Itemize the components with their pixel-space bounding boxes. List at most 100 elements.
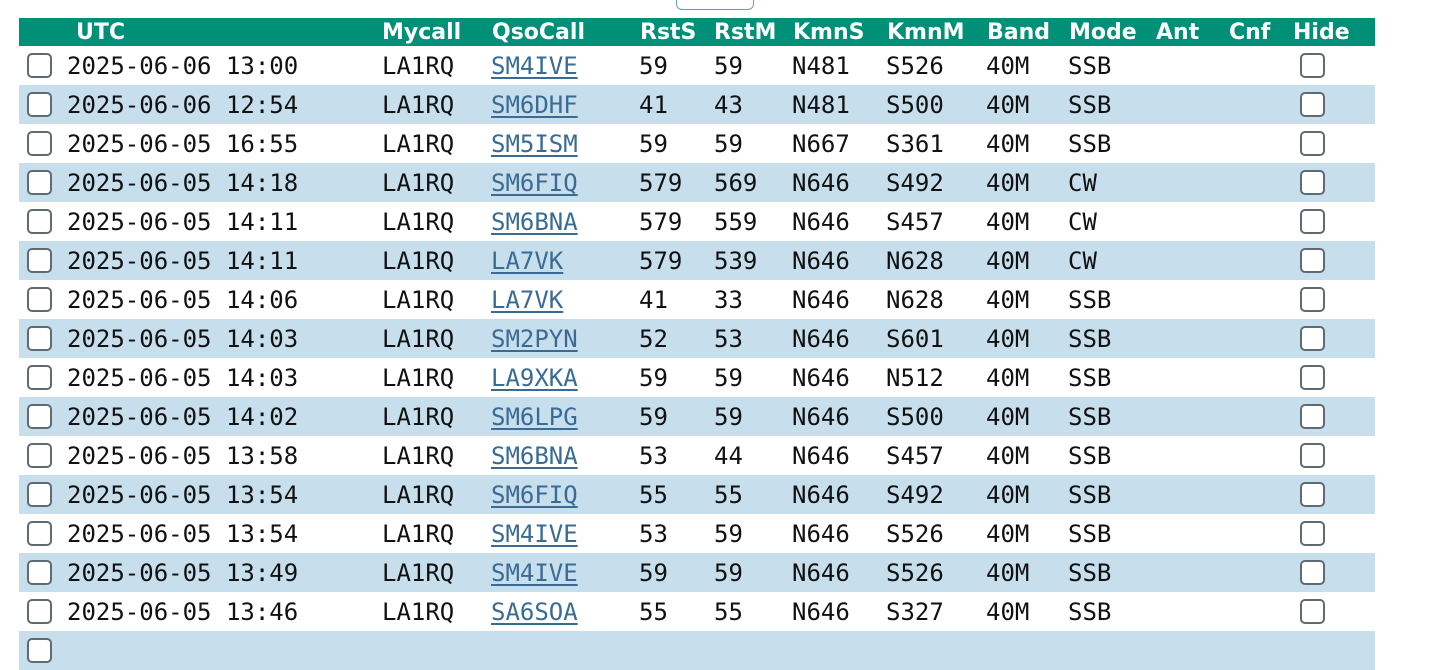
cell-kmnm: S492 bbox=[886, 481, 944, 509]
cell-utc: 2025-06-05 14:03 bbox=[67, 364, 299, 392]
cell-kmnm: S526 bbox=[886, 52, 944, 80]
row-select-checkbox[interactable] bbox=[27, 521, 52, 546]
qsocall-link[interactable]: LA7VK bbox=[491, 241, 563, 280]
hide-checkbox[interactable] bbox=[1300, 53, 1325, 78]
cell-rsts: 579 bbox=[639, 208, 683, 236]
cell-mycall: LA1RQ bbox=[382, 247, 455, 275]
table-row: 2025-06-06 13:00 LA1RQ SM4IVE 59 59 N481 S526 4… bbox=[19, 46, 1375, 85]
cell-mode: SSB bbox=[1068, 91, 1112, 119]
hide-checkbox[interactable] bbox=[1300, 521, 1325, 546]
qsocall-link[interactable]: SM4IVE bbox=[491, 46, 578, 85]
cell-rstm: 559 bbox=[714, 208, 758, 236]
table-row: 2025-06-05 14:18 LA1RQ SM6FIQ 579 569 N646 S49… bbox=[19, 163, 1375, 202]
cell-mode: SSB bbox=[1068, 52, 1112, 80]
cell-kmns: N646 bbox=[792, 286, 850, 314]
row-select-checkbox[interactable] bbox=[27, 560, 52, 585]
row-select-checkbox[interactable] bbox=[27, 209, 52, 234]
cell-mode: CW bbox=[1068, 169, 1097, 197]
hide-checkbox[interactable] bbox=[1300, 560, 1325, 585]
qsocall-link[interactable]: SM2PYN bbox=[491, 319, 578, 358]
hide-checkbox[interactable] bbox=[1300, 248, 1325, 273]
cell-rsts: 41 bbox=[639, 91, 668, 119]
cell-mode: SSB bbox=[1068, 598, 1112, 626]
qsocall-link[interactable]: SM6FIQ bbox=[491, 163, 578, 202]
hide-checkbox[interactable] bbox=[1300, 599, 1325, 624]
cell-kmns: N646 bbox=[792, 247, 850, 275]
qsocall-link[interactable]: SA6SOA bbox=[491, 592, 578, 631]
cell-kmns: N646 bbox=[792, 403, 850, 431]
qsocall-link[interactable]: SM5ISM bbox=[491, 124, 578, 163]
cell-band: 40M bbox=[986, 130, 1030, 158]
top-button[interactable] bbox=[676, 0, 754, 10]
cell-band: 40M bbox=[986, 403, 1030, 431]
cell-utc: 2025-06-05 14:03 bbox=[67, 325, 299, 353]
table-row: 2025-06-05 14:06 LA1RQ LA7VK 41 33 N646 N628 40… bbox=[19, 280, 1375, 319]
cell-rstm: 539 bbox=[714, 247, 758, 275]
row-select-checkbox[interactable] bbox=[27, 170, 52, 195]
qsocall-link[interactable]: SM6FIQ bbox=[491, 475, 578, 514]
row-select-checkbox[interactable] bbox=[27, 365, 52, 390]
row-select-checkbox[interactable] bbox=[27, 248, 52, 273]
hide-checkbox[interactable] bbox=[1300, 365, 1325, 390]
cell-rsts: 59 bbox=[639, 403, 668, 431]
cell-rstm: 53 bbox=[714, 325, 743, 353]
header-qsocall: QsoCall bbox=[492, 20, 585, 45]
row-select-checkbox[interactable] bbox=[27, 326, 52, 351]
cell-band: 40M bbox=[986, 598, 1030, 626]
cell-rstm: 59 bbox=[714, 130, 743, 158]
cell-mycall: LA1RQ bbox=[382, 130, 455, 158]
table-row: 2025-06-05 14:03 LA1RQ SM2PYN 52 53 N646 S601 4… bbox=[19, 319, 1375, 358]
cell-band: 40M bbox=[986, 559, 1030, 587]
cell-rstm: 59 bbox=[714, 403, 743, 431]
table-row: 2025-06-06 12:54 LA1RQ SM6DHF 41 43 N481 S500 4… bbox=[19, 85, 1375, 124]
cell-rsts: 53 bbox=[639, 442, 668, 470]
table-row: 2025-06-05 14:03 LA1RQ LA9XKA 59 59 N646 N512 4… bbox=[19, 358, 1375, 397]
hide-checkbox[interactable] bbox=[1300, 287, 1325, 312]
table-row: 2025-06-05 14:11 LA1RQ LA7VK 579 539 N646 N628… bbox=[19, 241, 1375, 280]
cell-rstm: 55 bbox=[714, 481, 743, 509]
row-select-checkbox[interactable] bbox=[27, 131, 52, 156]
hide-checkbox[interactable] bbox=[1300, 92, 1325, 117]
header-kmnm: KmnM bbox=[887, 20, 965, 45]
table-header: UTC Mycall QsoCall RstS RstM KmnS KmnM Band Mode… bbox=[19, 18, 1375, 46]
hide-checkbox[interactable] bbox=[1300, 131, 1325, 156]
hide-checkbox[interactable] bbox=[1300, 170, 1325, 195]
header-rstm: RstM bbox=[714, 20, 777, 45]
cell-kmnm: S457 bbox=[886, 442, 944, 470]
cell-mode: SSB bbox=[1068, 286, 1112, 314]
row-select-checkbox[interactable] bbox=[27, 443, 52, 468]
hide-checkbox[interactable] bbox=[1300, 443, 1325, 468]
hide-checkbox[interactable] bbox=[1300, 326, 1325, 351]
cell-kmnm: S526 bbox=[886, 559, 944, 587]
cell-band: 40M bbox=[986, 247, 1030, 275]
hide-checkbox[interactable] bbox=[1300, 404, 1325, 429]
row-select-checkbox[interactable] bbox=[27, 482, 52, 507]
header-kmns: KmnS bbox=[793, 20, 865, 45]
hide-checkbox[interactable] bbox=[1300, 209, 1325, 234]
cell-utc: 2025-06-05 14:11 bbox=[67, 208, 299, 236]
cell-kmnm: S492 bbox=[886, 169, 944, 197]
row-select-checkbox[interactable] bbox=[27, 287, 52, 312]
cell-mode: CW bbox=[1068, 247, 1097, 275]
qsocall-link[interactable]: LA9XKA bbox=[491, 358, 578, 397]
qsocall-link[interactable]: SM6BNA bbox=[491, 436, 578, 475]
qsocall-link[interactable]: SM4IVE bbox=[491, 553, 578, 592]
qsocall-link[interactable]: SM6DHF bbox=[491, 85, 578, 124]
row-select-checkbox[interactable] bbox=[27, 599, 52, 624]
cell-kmns: N646 bbox=[792, 364, 850, 392]
cell-mycall: LA1RQ bbox=[382, 325, 455, 353]
row-select-checkbox[interactable] bbox=[27, 53, 52, 78]
table-row: 2025-06-05 14:11 LA1RQ SM6BNA 579 559 N646 S45… bbox=[19, 202, 1375, 241]
qsocall-link[interactable]: LA7VK bbox=[491, 280, 563, 319]
cell-band: 40M bbox=[986, 520, 1030, 548]
cell-kmns: N646 bbox=[792, 442, 850, 470]
qsocall-link[interactable]: SM6BNA bbox=[491, 202, 578, 241]
row-select-checkbox[interactable] bbox=[27, 404, 52, 429]
qsocall-link[interactable]: SM4IVE bbox=[491, 514, 578, 553]
row-select-checkbox[interactable] bbox=[27, 92, 52, 117]
qsocall-link[interactable]: SM6LPG bbox=[491, 397, 578, 436]
table-row: 2025-06-05 16:55 LA1RQ SM5ISM 59 59 N667 S361 4… bbox=[19, 124, 1375, 163]
cell-rstm: 59 bbox=[714, 364, 743, 392]
cell-rstm: 569 bbox=[714, 169, 758, 197]
hide-checkbox[interactable] bbox=[1300, 482, 1325, 507]
